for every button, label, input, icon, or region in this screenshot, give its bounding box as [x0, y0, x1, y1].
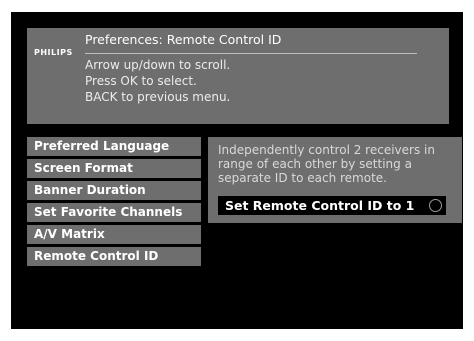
menu-item-preferred-language[interactable]: Preferred Language — [27, 137, 201, 156]
menu-item-av-matrix[interactable]: A/V Matrix — [27, 225, 201, 244]
set-remote-id-option[interactable]: Set Remote Control ID to 1 — [218, 196, 446, 215]
instruction-back: BACK to previous menu. — [85, 90, 231, 104]
menu-item-screen-format[interactable]: Screen Format — [27, 159, 201, 178]
title-divider — [85, 53, 417, 54]
option-label: Set Remote Control ID to 1 — [225, 198, 415, 213]
tv-screen: PHILIPS Preferences: Remote Control ID A… — [11, 12, 463, 329]
page-title: Preferences: Remote Control ID — [85, 32, 282, 47]
preferences-menu: Preferred Language Screen Format Banner … — [27, 137, 201, 269]
header-panel: PHILIPS Preferences: Remote Control ID A… — [27, 28, 449, 124]
radio-unselected-icon[interactable] — [429, 199, 442, 212]
instructions: Arrow up/down to scroll. Press OK to sel… — [85, 57, 230, 105]
instruction-scroll: Arrow up/down to scroll. — [85, 58, 231, 72]
menu-item-banner-duration[interactable]: Banner Duration — [27, 181, 201, 200]
philips-logo: PHILIPS — [34, 48, 73, 57]
instruction-select: Press OK to select. — [85, 74, 197, 88]
menu-item-remote-control-id[interactable]: Remote Control ID — [27, 247, 201, 266]
detail-description: Independently control 2 receivers in ran… — [218, 143, 435, 185]
detail-panel: Independently control 2 receivers in ran… — [208, 137, 462, 223]
menu-item-set-favorite-channels[interactable]: Set Favorite Channels — [27, 203, 201, 222]
